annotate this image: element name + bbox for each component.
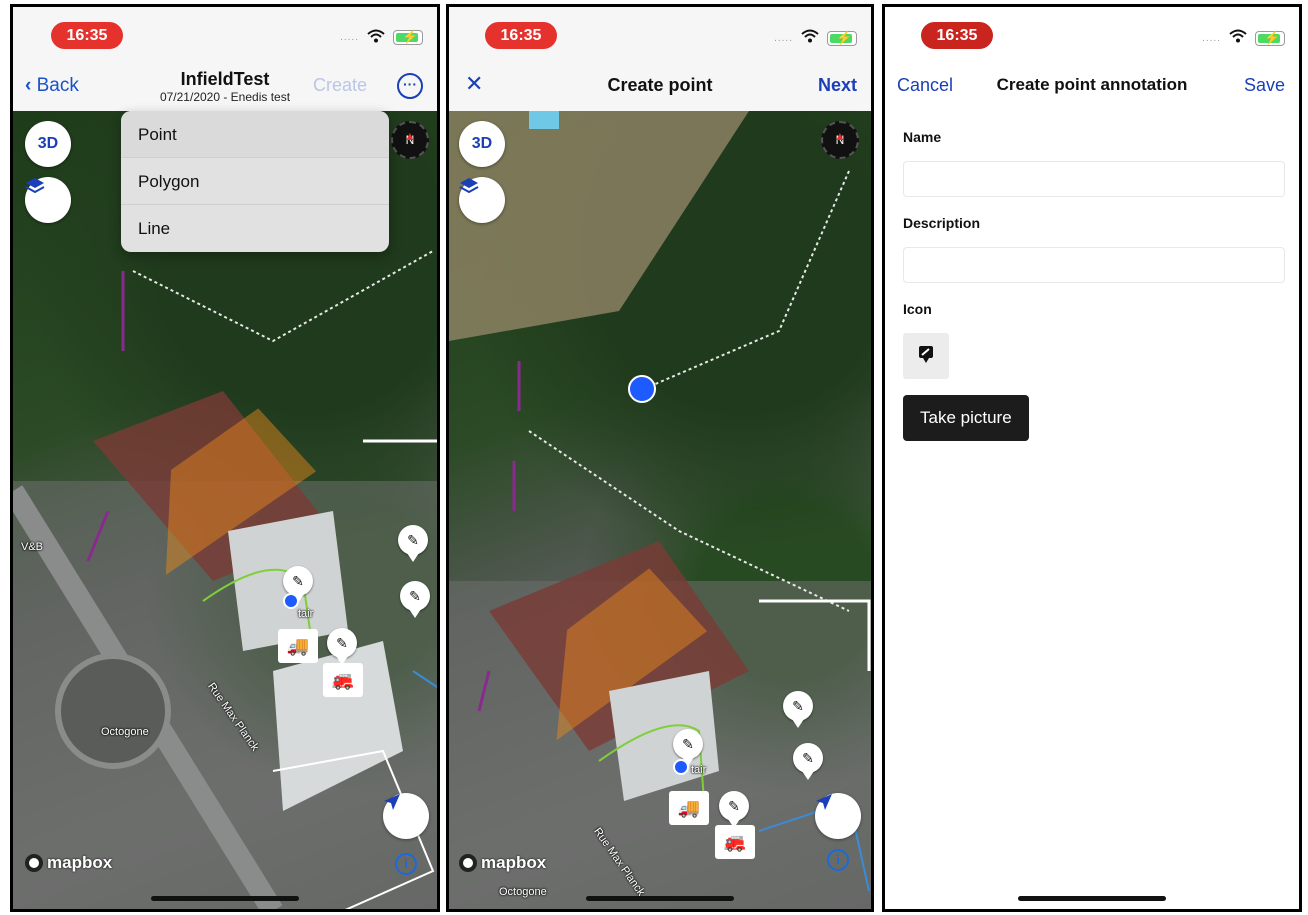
icon-label: Icon [903,301,932,317]
status-icons: ..... ⚡ [340,29,423,46]
annotation-form: Name Description Icon Take picture [885,111,1299,909]
screen-project-map: 16:35 ..... ⚡ ‹ Back InfieldTest 07/21/2… [10,4,440,912]
truck-icon[interactable]: 🚚 [278,629,318,663]
signal-dots: ..... [774,33,793,44]
truck-icon[interactable]: 🚚 [669,791,709,825]
menu-item-polygon[interactable]: Polygon [121,158,389,205]
status-bar: 16:35 ..... ⚡ [449,7,871,61]
mapbox-icon [459,854,477,872]
map-label-octogone: Octogone [101,726,149,738]
menu-item-point[interactable]: Point [121,111,389,158]
fire-truck-icon[interactable]: 🚒 [715,825,755,859]
compass-icon[interactable]: ▲ N [391,121,429,159]
nav-bar: Cancel Create point annotation Save [885,61,1299,111]
mapbox-logo: mapbox [25,853,112,873]
note-pin-icon [917,344,935,369]
save-button[interactable]: Save [1244,75,1285,96]
home-indicator [1018,896,1166,901]
battery-icon: ⚡ [393,29,423,45]
signal-dots: ..... [1202,33,1221,44]
nav-title-block: InfieldTest 07/21/2020 - Enedis test [13,69,437,104]
mapbox-logo: mapbox [459,853,546,873]
status-bar: 16:35 ..... ⚡ [885,7,1299,61]
status-bar: 16:35 ..... ⚡ [13,7,437,61]
nav-bar: ✕ Create point Next [449,61,871,111]
note-pin-icon[interactable]: ✎ [673,729,703,766]
map-view[interactable]: 3D ▲ N Octogone Rue Max Planck tair ✎ ✎ ✎… [449,111,871,909]
nav-title-block: Create point [449,75,871,96]
map-label-vb: V&B [21,541,44,553]
status-time: 16:35 [485,22,557,49]
status-icons: ..... ⚡ [774,29,857,48]
take-picture-button[interactable]: Take picture [903,395,1029,441]
status-icons: ..... ⚡ [1202,29,1285,48]
note-pin-icon[interactable]: ✎ [783,691,813,728]
status-time: 16:35 [921,22,993,49]
icon-picker[interactable] [903,333,949,379]
project-subtitle: 07/21/2020 - Enedis test [159,90,291,104]
layers-icon[interactable] [25,177,71,223]
screen-create-point: 16:35 ..... ⚡ ✕ Create point Next 3D ▲ N… [446,4,874,912]
info-icon[interactable]: i [827,849,849,871]
note-pin-icon[interactable]: ✎ [398,525,428,562]
home-indicator [151,896,299,901]
map-label-octogone: Octogone [499,886,547,898]
fire-truck-icon[interactable]: 🚒 [323,663,363,697]
mapbox-label: mapbox [47,853,113,872]
map-overlay [449,111,871,909]
screen-title: Create point [607,75,713,95]
nav-bar: ‹ Back InfieldTest 07/21/2020 - Enedis t… [13,61,437,111]
battery-icon: ⚡ [1255,30,1285,46]
description-label: Description [903,215,981,231]
name-label: Name [903,129,942,145]
mapbox-label: mapbox [481,853,547,872]
note-pin-icon[interactable]: ✎ [327,628,357,665]
screen-title: Create point annotation [996,75,1188,94]
menu-item-line[interactable]: Line [121,205,389,252]
name-field[interactable] [903,161,1285,197]
3d-toggle-button[interactable]: 3D [25,121,71,167]
note-pin-icon[interactable]: ✎ [793,743,823,780]
create-button[interactable]: Create [313,75,367,96]
nav-title-block: Create point annotation [885,75,1299,95]
signal-dots: ..... [340,32,359,43]
home-indicator [586,896,734,901]
locate-me-icon[interactable] [815,793,861,839]
note-pin-icon[interactable]: ✎ [283,566,313,603]
map-label-tair: tair [298,608,314,620]
locate-me-icon[interactable] [383,793,429,839]
next-button[interactable]: Next [818,75,857,96]
note-pin-icon[interactable]: ✎ [719,791,749,828]
layers-icon[interactable] [459,177,505,223]
more-options-icon[interactable]: ··· [397,73,423,99]
mapbox-icon [25,854,43,872]
screen-create-point-annotation: 16:35 ..... ⚡ Cancel Create point annota… [882,4,1302,912]
wifi-icon [801,29,819,48]
point-marker[interactable] [673,759,689,775]
compass-icon[interactable]: ▲ N [821,121,859,159]
wifi-icon [1229,29,1247,48]
project-title: InfieldTest [180,69,270,89]
status-time: 16:35 [51,22,123,49]
create-type-menu: Point Polygon Line [121,111,389,252]
info-icon[interactable]: i [395,853,417,875]
battery-icon: ⚡ [827,30,857,46]
description-field[interactable] [903,247,1285,283]
note-pin-icon[interactable]: ✎ [400,581,430,618]
point-marker[interactable] [283,593,299,609]
3d-toggle-button[interactable]: 3D [459,121,505,167]
wifi-icon [367,29,385,46]
